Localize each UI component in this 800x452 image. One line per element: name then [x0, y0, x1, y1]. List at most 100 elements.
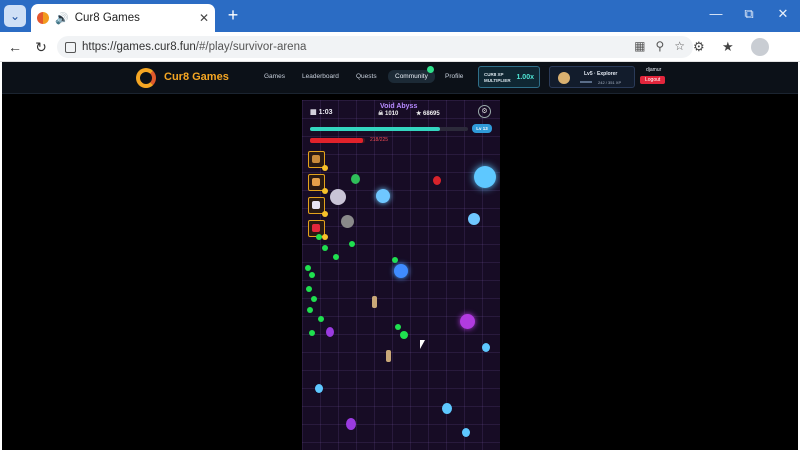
- orb-weapon-icon: [312, 201, 320, 209]
- close-window-icon[interactable]: ✕: [773, 6, 793, 22]
- xp-multiplier-box[interactable]: CUR8 XP MULTIPLIER 1.00x: [478, 66, 540, 88]
- magnet-icon: [312, 224, 320, 232]
- site-brand[interactable]: Cur8 Games: [164, 71, 229, 83]
- site-header: Cur8 Games Games Leaderboard Quests Comm…: [2, 62, 798, 94]
- kill-count: ☠ 1010: [378, 111, 399, 117]
- xp-gem: [309, 272, 315, 278]
- close-icon[interactable]: ✕: [199, 11, 209, 25]
- star-icon[interactable]: ☆: [674, 39, 685, 53]
- browser-window: ⌄ 🔊 Cur8 Games ✕ + — ⧉ ✕ ← ↻ https://gam…: [0, 0, 800, 452]
- tab-active[interactable]: 🔊 Cur8 Games ✕: [31, 4, 215, 32]
- enemy-crystal: [474, 166, 496, 188]
- favorites-icon[interactable]: ★: [722, 39, 734, 55]
- enemy-crystal: [315, 384, 323, 393]
- multiplier-label: MULTIPLIER: [484, 78, 511, 83]
- user-level-box[interactable]: Lv5 · Explorer 242 / 351 XP: [549, 66, 635, 88]
- xp-gem: [318, 316, 324, 322]
- xp-label: CUR8 XP: [484, 72, 504, 77]
- enemy-rock: [341, 215, 354, 228]
- apps-icon[interactable]: ▦: [634, 39, 645, 53]
- boomerang-icon: [312, 155, 320, 163]
- xp-gem: [333, 254, 339, 260]
- weapon-slot-3: [308, 197, 328, 217]
- boomerang-projectile: [372, 296, 377, 308]
- weapon-slot-2: [308, 174, 328, 194]
- xp-bar-fill: [310, 127, 440, 131]
- user-xp: 242 / 351 XP: [598, 80, 622, 85]
- back-icon[interactable]: ←: [6, 38, 24, 56]
- nav-leaderboard[interactable]: Leaderboard: [302, 73, 339, 80]
- profile-avatar[interactable]: [751, 38, 769, 56]
- plus-icon[interactable]: +: [223, 5, 243, 25]
- restore-icon[interactable]: ⧉: [739, 6, 759, 22]
- mouse-cursor-icon: [420, 340, 427, 349]
- whip-icon: [312, 178, 320, 186]
- url-text: https://games.cur8.fun/#/play/survivor-a…: [82, 41, 306, 53]
- xp-gem: [316, 234, 322, 240]
- xp-gem: [400, 331, 408, 339]
- player-character: [394, 264, 408, 278]
- lock-icon[interactable]: [65, 41, 76, 53]
- game-canvas[interactable]: ▦ 1:03 Void Abyss ☠ 1010 ★ 68695 ⚙ Lv 13…: [302, 100, 500, 450]
- zoom-icon[interactable]: ⚲: [655, 39, 664, 53]
- user-level: Lv5 · Explorer: [584, 71, 618, 77]
- url-field[interactable]: https://games.cur8.fun/#/play/survivor-a…: [57, 36, 693, 58]
- xp-gem: [392, 257, 398, 263]
- enemy-void-blob: [346, 418, 356, 430]
- hp-bar: [310, 138, 365, 143]
- hp-bar-fill: [310, 138, 364, 143]
- enemy-crystal: [442, 403, 452, 414]
- notification-dot: [427, 66, 434, 73]
- xp-gem: [349, 241, 355, 247]
- multiplier-value: 1.00x: [516, 74, 534, 81]
- reload-icon[interactable]: ↻: [32, 38, 50, 56]
- xp-gem: [322, 245, 328, 251]
- enemy-crystal: [482, 343, 490, 352]
- nav-profile[interactable]: Profile: [445, 73, 463, 80]
- tab-title: Cur8 Games: [74, 12, 140, 24]
- enemy-imp: [433, 176, 441, 185]
- url-path: /#/play/survivor-arena: [195, 41, 307, 53]
- weapon-slot-1: [308, 151, 328, 171]
- favicon-icon: [37, 12, 49, 24]
- minimize-icon[interactable]: —: [706, 6, 726, 21]
- tab-bar: ⌄ 🔊 Cur8 Games ✕ + — ⧉ ✕: [0, 0, 800, 32]
- xp-gem: [309, 330, 315, 336]
- gem-count: ★ 68695: [416, 111, 440, 117]
- enemy-crystal: [462, 428, 470, 437]
- xp-gem: [311, 296, 317, 302]
- enemy-void-blob: [326, 327, 334, 337]
- xp-gem: [305, 265, 311, 271]
- xp-bar: [310, 127, 468, 131]
- logout-button[interactable]: Logout: [640, 76, 666, 84]
- player-ally-orb: [330, 189, 346, 205]
- cur8-logo-icon[interactable]: [136, 68, 156, 88]
- tab-menu-icon[interactable]: ⌄: [4, 5, 26, 27]
- gem-count-value: 68695: [423, 111, 440, 117]
- enemy-goblin: [351, 174, 360, 184]
- enemy-crystal: [376, 189, 390, 203]
- hp-text: 218/225: [370, 137, 389, 143]
- settings-icon[interactable]: ⚙: [478, 105, 491, 118]
- user-badge-icon: [558, 72, 570, 84]
- username: djamur: [646, 67, 662, 73]
- enemy-crystal: [468, 213, 480, 225]
- audio-icon[interactable]: 🔊: [55, 12, 69, 25]
- enemy-void-blob: [460, 314, 475, 329]
- timer-value: 1:03: [318, 109, 333, 116]
- xp-gem: [306, 286, 312, 292]
- xp-gem: [395, 324, 401, 330]
- level-progress-bar: [580, 81, 592, 83]
- url-host: https://games.cur8.fun: [82, 41, 196, 53]
- kill-count-value: 1010: [385, 111, 399, 117]
- xp-gem: [307, 307, 313, 313]
- level-badge: Lv 13: [472, 124, 492, 133]
- nav-quests[interactable]: Quests: [356, 73, 377, 80]
- address-bar-row: ← ↻ https://games.cur8.fun/#/play/surviv…: [0, 32, 800, 62]
- boomerang-projectile: [386, 350, 391, 362]
- nav-games[interactable]: Games: [264, 73, 285, 80]
- page-viewport: Cur8 Games Games Leaderboard Quests Comm…: [2, 62, 798, 450]
- level-name: Void Abyss: [380, 103, 418, 110]
- game-timer: ▦ 1:03: [310, 109, 333, 116]
- extensions-icon[interactable]: ⚙: [693, 39, 705, 55]
